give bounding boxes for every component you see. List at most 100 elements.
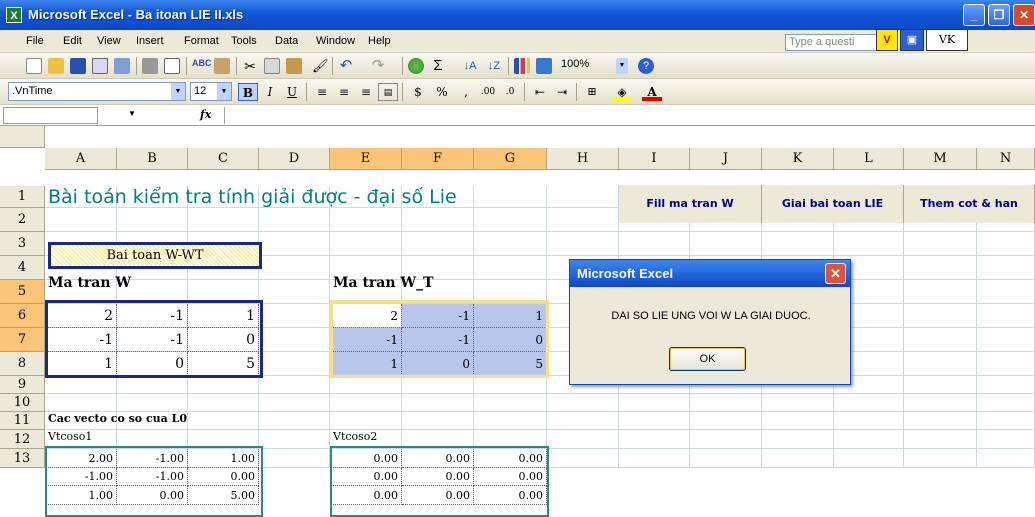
column-header[interactable]: N: [977, 148, 1035, 170]
grid-cell[interactable]: [330, 394, 402, 412]
grid-cell[interactable]: [402, 412, 474, 430]
grid-cell[interactable]: [977, 394, 1035, 412]
grid-cell[interactable]: [259, 352, 330, 376]
open-icon[interactable]: [48, 58, 64, 74]
grid-cell[interactable]: [834, 449, 904, 468]
restore-button[interactable]: ❐: [988, 4, 1010, 26]
comma-button[interactable]: ,: [456, 83, 476, 101]
name-box-dropdown-icon[interactable]: ▼: [128, 109, 136, 118]
menu-file[interactable]: File: [26, 35, 44, 47]
excel-app-icon[interactable]: X: [6, 7, 22, 23]
column-header[interactable]: D: [259, 148, 330, 170]
underline-button[interactable]: U: [282, 83, 302, 101]
fill-color-icon[interactable]: ◈: [612, 83, 632, 101]
grid-cell[interactable]: [259, 328, 330, 352]
row-header[interactable]: 13: [0, 449, 45, 468]
decrease-indent-icon[interactable]: ⇤: [530, 83, 550, 101]
row-header[interactable]: 9: [0, 376, 45, 394]
grid-cell[interactable]: [619, 430, 690, 449]
grid-cell[interactable]: [474, 256, 547, 280]
column-header[interactable]: K: [762, 148, 834, 170]
research-icon[interactable]: [214, 58, 230, 74]
grid-cell[interactable]: [474, 232, 547, 256]
help-question-input[interactable]: Type a questi: [785, 34, 877, 51]
grid-cell[interactable]: [762, 449, 834, 468]
grid-cell[interactable]: [977, 328, 1035, 352]
grid-cell[interactable]: [977, 412, 1035, 430]
sort-ascending-icon[interactable]: ↓A: [462, 58, 478, 74]
grid-cell[interactable]: [977, 449, 1035, 468]
grid-cell[interactable]: [259, 280, 330, 304]
grid-cell[interactable]: [188, 412, 259, 430]
permission-icon[interactable]: [92, 58, 108, 74]
row-header[interactable]: 11: [0, 412, 45, 430]
grid-cell[interactable]: [188, 394, 259, 412]
menu-view[interactable]: View: [97, 35, 121, 47]
zoom-dropdown-icon[interactable]: ▼: [616, 58, 628, 74]
save-icon[interactable]: [70, 58, 86, 74]
percent-button[interactable]: %: [432, 83, 452, 101]
copy-icon[interactable]: [264, 58, 280, 74]
increase-decimal-icon[interactable]: .00: [478, 83, 498, 101]
column-header[interactable]: H: [547, 148, 619, 170]
row-header[interactable]: 3: [0, 232, 45, 256]
grid-cell[interactable]: [762, 430, 834, 449]
formula-input[interactable]: [224, 107, 1032, 124]
zoom-select[interactable]: 100%: [558, 56, 616, 75]
dialog-close-icon[interactable]: ✕: [825, 263, 846, 284]
grid-cell[interactable]: [474, 376, 547, 394]
grid-cell[interactable]: [977, 256, 1035, 280]
grid-cell[interactable]: [474, 186, 547, 208]
row-header[interactable]: 10: [0, 394, 45, 412]
column-header[interactable]: A: [45, 148, 117, 170]
column-header[interactable]: J: [690, 148, 762, 170]
merge-center-icon[interactable]: ▤: [378, 83, 398, 101]
grid-cell[interactable]: [977, 280, 1035, 304]
autosum-icon[interactable]: Σ: [430, 58, 446, 74]
help-icon[interactable]: ?: [638, 58, 654, 74]
grid-cell[interactable]: [474, 208, 547, 232]
add-column-row-button[interactable]: Them cot & han: [904, 185, 1035, 223]
name-box[interactable]: [3, 107, 98, 124]
grid-cell[interactable]: [45, 376, 117, 394]
decrease-decimal-icon[interactable]: .0: [500, 83, 520, 101]
grid-cell[interactable]: [762, 394, 834, 412]
font-color-icon[interactable]: A: [642, 83, 662, 101]
grid-cell[interactable]: [904, 449, 977, 468]
grid-cell[interactable]: [904, 394, 977, 412]
menu-window[interactable]: Window: [316, 35, 355, 47]
font-size-select[interactable]: 12 ▼: [190, 82, 232, 101]
grid-cell[interactable]: [259, 376, 330, 394]
undo-icon[interactable]: ↶: [338, 58, 354, 74]
grid-cell[interactable]: [259, 232, 330, 256]
paste-icon[interactable]: [286, 58, 302, 74]
row-header[interactable]: 12: [0, 430, 45, 449]
grid-cell[interactable]: [402, 394, 474, 412]
spelling-icon[interactable]: ABC: [192, 58, 212, 74]
format-painter-icon[interactable]: 🖌: [312, 58, 329, 74]
increase-indent-icon[interactable]: ⇥: [552, 83, 572, 101]
grid-cell[interactable]: [330, 232, 402, 256]
grid-cell[interactable]: [402, 232, 474, 256]
menu-insert[interactable]: Insert: [136, 35, 164, 47]
grid-cell[interactable]: [619, 412, 690, 430]
grid-cell[interactable]: [259, 430, 330, 449]
menu-format[interactable]: Format: [184, 35, 219, 47]
grid-cell[interactable]: [45, 394, 117, 412]
menu-help[interactable]: Help: [368, 35, 391, 47]
grid-cell[interactable]: [619, 232, 690, 256]
align-right-icon[interactable]: ≡: [356, 83, 376, 101]
align-center-icon[interactable]: ≡: [334, 83, 354, 101]
vk-button[interactable]: VK: [926, 29, 968, 51]
v-icon[interactable]: V: [876, 29, 898, 51]
grid-cell[interactable]: [977, 430, 1035, 449]
menu-edit[interactable]: Edit: [63, 35, 82, 47]
column-header[interactable]: M: [904, 148, 977, 170]
grid-cell[interactable]: [117, 376, 188, 394]
grid-cell[interactable]: [547, 430, 619, 449]
redo-icon[interactable]: ↷: [370, 58, 386, 74]
grid-cell[interactable]: [690, 232, 762, 256]
grid-cell[interactable]: [330, 412, 402, 430]
grid-cell[interactable]: [547, 186, 619, 208]
minimize-button[interactable]: _: [963, 4, 985, 26]
